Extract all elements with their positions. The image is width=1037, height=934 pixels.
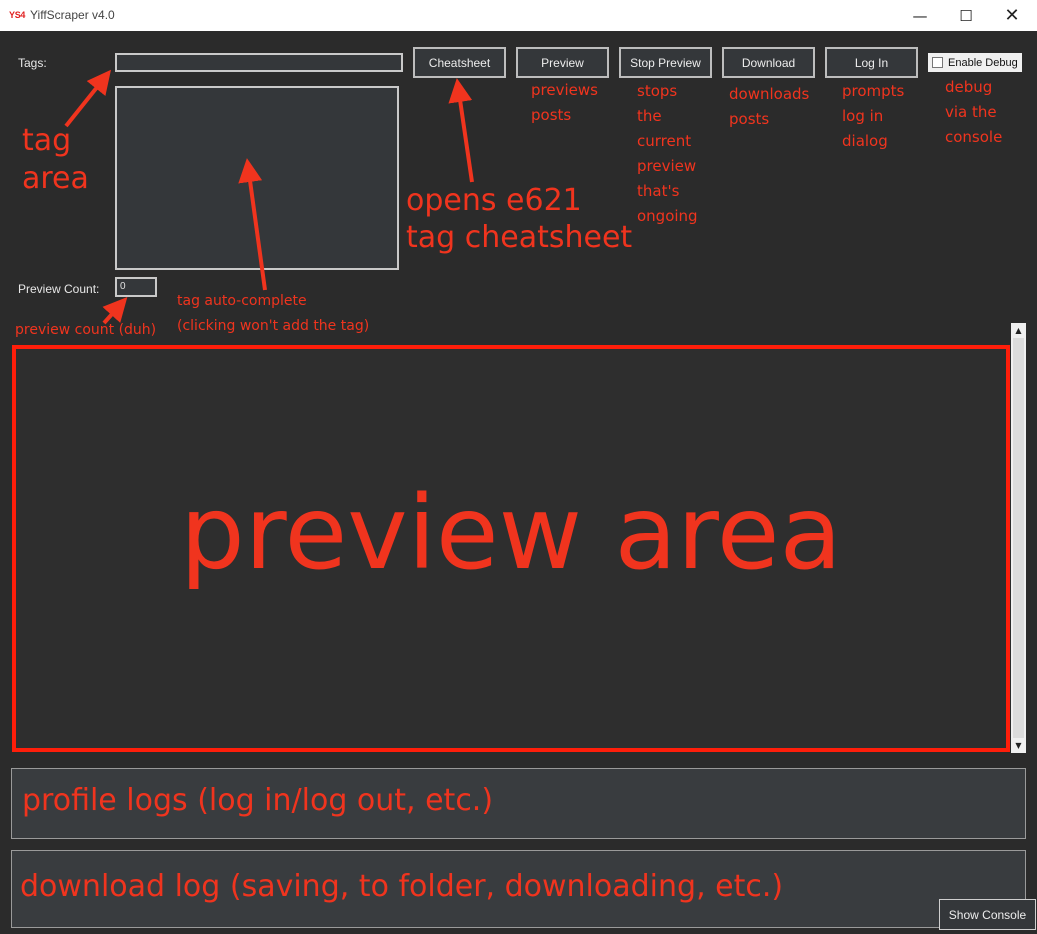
arrow-to-tags-input: [64, 69, 111, 128]
annotation-line: that's: [637, 182, 680, 200]
arrow-to-preview-count: [102, 297, 128, 325]
annotation-line: dialog: [842, 132, 888, 150]
annotation-line: tag: [22, 123, 72, 158]
annotation-line: debug: [945, 78, 993, 96]
annotation-line: (clicking won't add the tag): [177, 318, 370, 334]
annotation-line: area: [22, 161, 89, 196]
scroll-up-icon[interactable]: ▲: [1011, 323, 1026, 338]
annotation-line: posts: [729, 110, 770, 128]
annotation-tag-area: tag area: [22, 122, 89, 198]
annotation-line: via the: [945, 103, 997, 121]
annotation-line: previews: [531, 81, 598, 99]
annotation-preview: previews posts: [531, 78, 598, 128]
annotation-download-log: download log (saving, to folder, downloa…: [20, 869, 784, 904]
preview-scrollbar[interactable]: ▲ ▼: [1011, 323, 1026, 753]
annotation-profile-logs: profile logs (log in/log out, etc.): [22, 783, 494, 818]
annotation-download: downloads posts: [729, 82, 809, 132]
annotation-login: prompts log in dialog: [842, 79, 904, 154]
annotation-line: preview: [637, 157, 697, 175]
annotation-line: opens e621: [406, 183, 582, 218]
show-console-button[interactable]: Show Console: [939, 899, 1036, 930]
annotation-line: downloads: [729, 85, 810, 103]
annotation-line: ongoing: [637, 207, 698, 225]
annotation-autocomplete: tag auto-complete (clicking won't add th…: [177, 289, 369, 339]
annotation-line: the: [637, 107, 662, 125]
annotation-line: prompts: [842, 82, 905, 100]
profile-log-pane[interactable]: profile logs (log in/log out, etc.): [11, 768, 1026, 839]
annotation-preview-count: preview count (duh): [15, 322, 157, 338]
annotation-line: tag auto-complete: [177, 293, 307, 309]
annotation-preview-area: preview area: [180, 474, 842, 593]
scroll-thumb[interactable]: [1013, 338, 1024, 738]
annotation-line: tag cheatsheet: [406, 220, 633, 255]
annotation-cheatsheet: opens e621 tag cheatsheet: [406, 182, 632, 256]
annotation-line: stops: [637, 82, 678, 100]
annotation-line: posts: [531, 106, 572, 124]
download-log-pane[interactable]: download log (saving, to folder, downloa…: [11, 850, 1026, 928]
arrow-to-autocomplete: [238, 158, 267, 291]
annotation-line: current: [637, 132, 692, 150]
annotation-line: log in: [842, 107, 884, 125]
preview-area[interactable]: preview area: [12, 345, 1010, 752]
arrow-to-cheatsheet: [448, 78, 474, 183]
annotation-line: console: [945, 128, 1003, 146]
annotation-stop-preview: stops the current preview that's ongoing: [637, 79, 698, 229]
scroll-down-icon[interactable]: ▼: [1011, 738, 1026, 753]
annotation-debug: debug via the console: [945, 75, 1002, 150]
